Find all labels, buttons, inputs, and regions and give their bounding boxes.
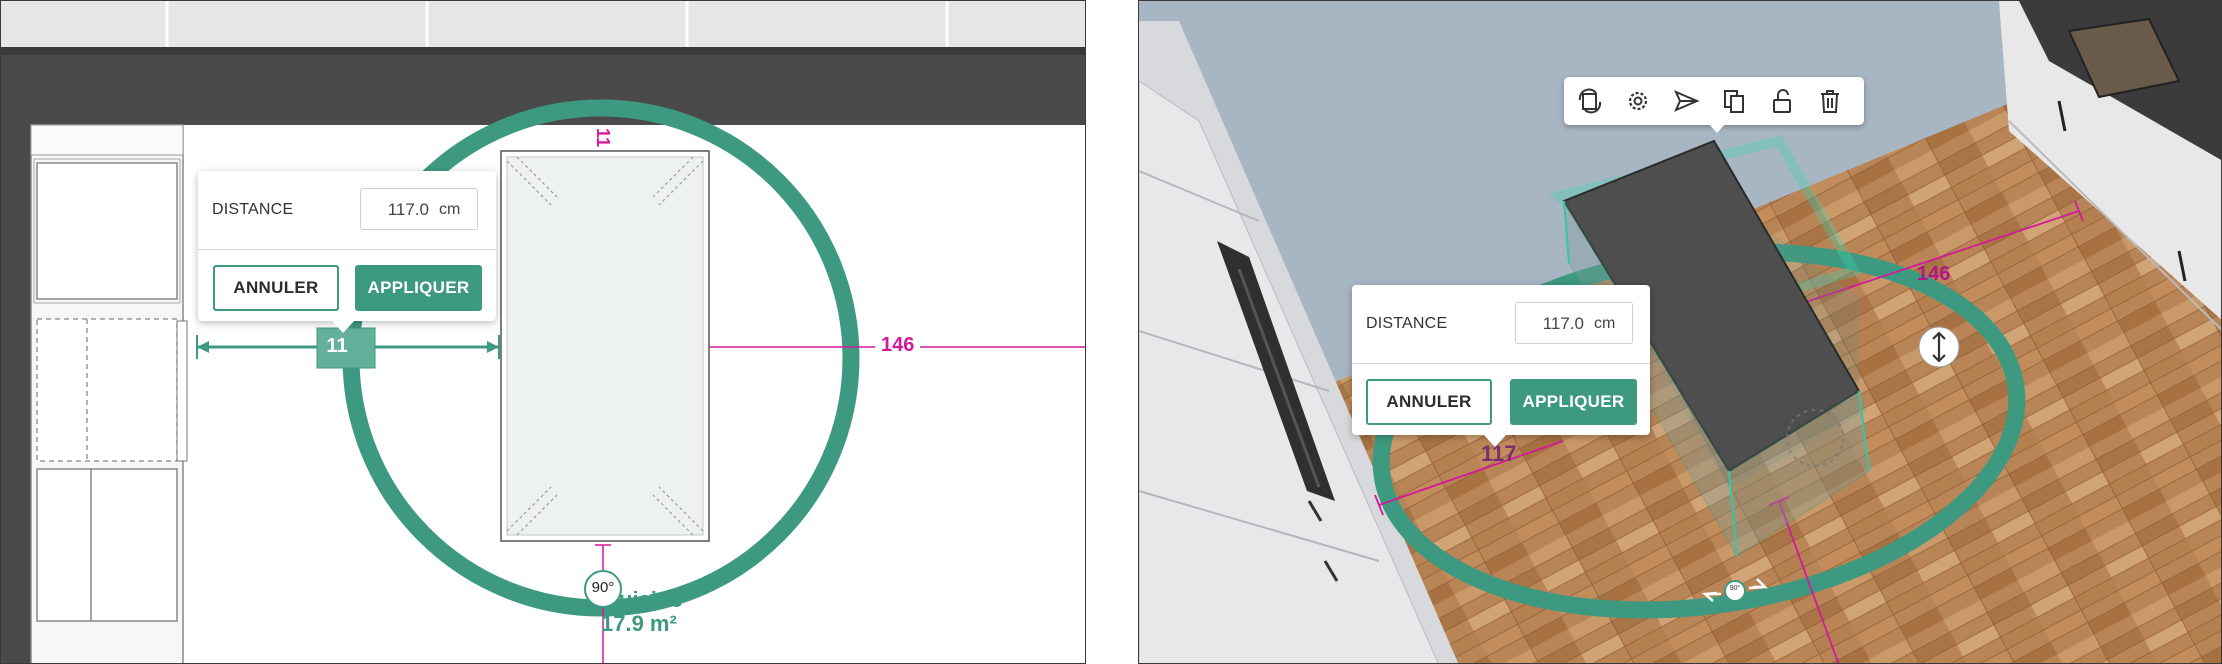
distance-label: DISTANCE: [212, 201, 294, 218]
distance-input-3d[interactable]: 117.0 cm: [1515, 302, 1633, 344]
replace-icon[interactable]: [1576, 87, 1604, 115]
apply-button-3d[interactable]: APPLIQUER: [1510, 379, 1637, 425]
plan-view-panel[interactable]: 11 146 11 90° uisine 17.9 m² DISTANCE 11…: [0, 0, 1086, 664]
rotation-angle-label-3d: 90°: [1729, 585, 1741, 592]
cancel-button[interactable]: ANNULER: [213, 265, 339, 311]
distance-row-3d: DISTANCE 117.0 cm: [1352, 285, 1650, 364]
settings-icon[interactable]: [1624, 87, 1652, 115]
distance-value[interactable]: 117.0: [369, 200, 429, 220]
distance-row: DISTANCE 117.0 cm: [198, 171, 496, 250]
cancel-button-3d[interactable]: ANNULER: [1366, 379, 1492, 425]
distance-unit-3d: cm: [1594, 315, 1616, 332]
distance-label-text: 11: [326, 335, 348, 357]
duplicate-icon[interactable]: [1720, 87, 1748, 115]
distance-popup: DISTANCE 117.0 cm ANNULER APPLIQUER: [198, 171, 496, 321]
unlock-icon[interactable]: [1768, 87, 1796, 115]
plan-canvas[interactable]: [1, 1, 1086, 664]
dimension-right-label: 146: [875, 334, 921, 357]
dimension-right-label-3d: 146: [1917, 263, 1951, 285]
3d-view-panel[interactable]: 146 117 90° DISTANCE 117.0 cm ANNULER AP…: [1138, 0, 2222, 664]
popup-pointer: [332, 321, 354, 333]
kitchen-island[interactable]: [500, 150, 710, 542]
rotation-angle-label: 90°: [591, 579, 615, 596]
object-toolbar: [1564, 77, 1864, 133]
distance-input[interactable]: 117.0 cm: [360, 188, 478, 230]
left-wall: [1, 125, 31, 663]
distance-unit: cm: [439, 201, 461, 218]
distance-value-3d[interactable]: 117.0: [1524, 314, 1584, 334]
room-area-label: 17.9 m²: [601, 611, 677, 636]
room-name-label: uisine: [619, 587, 683, 612]
trash-icon[interactable]: [1816, 87, 1844, 115]
apply-button[interactable]: APPLIQUER: [355, 265, 482, 311]
left-cabinets[interactable]: [30, 124, 188, 664]
popup-pointer-3d: [1484, 435, 1506, 447]
toolbar-pointer: [1708, 123, 1726, 133]
distance-label-3d: DISTANCE: [1366, 315, 1448, 332]
dimension-top-label: 11: [593, 127, 614, 148]
send-icon[interactable]: [1672, 87, 1700, 115]
top-tile-strip: [1, 1, 1085, 47]
rotate-left-arrow-icon[interactable]: [545, 581, 574, 597]
distance-popup-3d: DISTANCE 117.0 cm ANNULER APPLIQUER: [1352, 285, 1650, 435]
